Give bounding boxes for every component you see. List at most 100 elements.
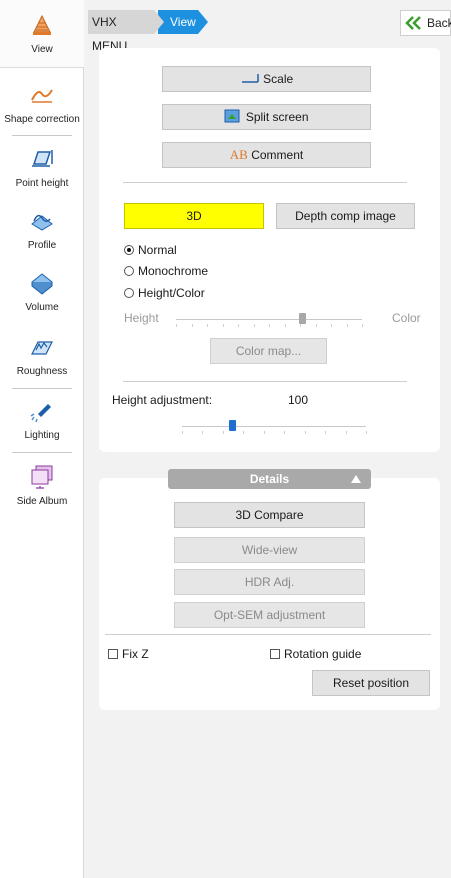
slider-tick [366, 431, 367, 434]
height-color-slider-thumb[interactable] [299, 313, 307, 324]
breadcrumb-root[interactable]: VHX MENU [88, 10, 154, 53]
roughness-icon [31, 341, 53, 355]
slider-tick [304, 431, 306, 434]
back-button[interactable]: Back [400, 10, 451, 36]
sidebar-item-lighting[interactable]: Lighting [0, 390, 84, 452]
slider-tick [331, 324, 332, 327]
slider-tick [176, 324, 177, 327]
radio-unchecked-icon [124, 266, 134, 276]
radio-checked-icon [124, 245, 134, 255]
comment-button[interactable]: AB Comment [162, 142, 371, 168]
slider-tick [253, 324, 255, 327]
radio-monochrome-label: Monochrome [138, 264, 209, 278]
divider [105, 634, 431, 635]
breadcrumb-current[interactable]: View [158, 10, 198, 34]
details-header[interactable]: Details [168, 469, 371, 489]
radio-normal-label: Normal [138, 243, 177, 257]
rotation-guide-label: Rotation guide [284, 647, 362, 661]
slider-tick [222, 324, 224, 327]
sidebar-item-label: Point height [15, 178, 69, 189]
3d-button[interactable]: 3D [124, 203, 264, 229]
album-icon [31, 465, 53, 489]
sidebar: View Shape correction Point height Profi… [0, 0, 84, 878]
checkbox-unchecked-icon [270, 649, 280, 659]
profile-icon [31, 214, 53, 231]
scale-button[interactable]: Scale [162, 66, 371, 92]
reset-position-button[interactable]: Reset position [312, 670, 430, 696]
height-color-slider-track[interactable] [176, 319, 362, 320]
slider-tick [345, 431, 347, 434]
sidebar-item-side-album[interactable]: Side Album [0, 456, 84, 518]
slider-tick [325, 431, 327, 434]
shape-correction-icon [31, 89, 53, 103]
sidebar-item-label: Roughness [16, 366, 68, 377]
sidebar-item-label: Lighting [24, 430, 60, 441]
slider-tick [238, 324, 239, 327]
opt-sem-adjustment-button[interactable]: Opt-SEM adjustment [174, 602, 365, 628]
sidebar-item-profile[interactable]: Profile [0, 200, 84, 262]
depth-comp-image-button[interactable]: Depth comp image [276, 203, 415, 229]
comment-icon: AB [229, 147, 248, 162]
volume-icon [31, 273, 53, 295]
radio-monochrome[interactable]: Monochrome [124, 263, 208, 279]
breadcrumb: VHX MENU View Back [84, 0, 451, 53]
breadcrumb-separator [154, 10, 164, 34]
sidebar-item-label: View [31, 44, 53, 55]
slider-tick [362, 324, 363, 327]
3d-compare-button[interactable]: 3D Compare [174, 502, 365, 528]
details-title: Details [249, 472, 290, 486]
back-label: Back [427, 16, 451, 30]
split-screen-icon [224, 109, 240, 123]
slider-tick [243, 431, 245, 434]
fix-z-checkbox[interactable]: Fix Z [108, 646, 149, 662]
sidebar-divider [12, 135, 72, 136]
view-panel: Scale Split screen AB Comment 3D Depth c… [99, 48, 440, 452]
sidebar-item-view[interactable]: View [0, 4, 84, 66]
slider-tick [346, 324, 348, 327]
slider-tick [300, 324, 301, 327]
split-screen-button[interactable]: Split screen [162, 104, 371, 130]
collapse-arrow-icon [351, 475, 361, 483]
sidebar-item-volume[interactable]: Volume [0, 262, 84, 324]
slider-tick [263, 431, 265, 434]
slider-tick [315, 324, 317, 327]
breadcrumb-current-arrow [198, 10, 208, 34]
slider-tick [191, 324, 193, 327]
split-screen-label: Split screen [245, 110, 309, 124]
comment-label: Comment [251, 148, 304, 162]
hdr-adj-button[interactable]: HDR Adj. [174, 569, 365, 595]
slider-tick [222, 431, 224, 434]
point-height-icon [32, 150, 53, 167]
double-chevron-left-icon [405, 16, 421, 30]
radio-height-color-label: Height/Color [138, 286, 205, 300]
divider [123, 381, 407, 382]
sidebar-item-shape-correction[interactable]: Shape correction [0, 74, 84, 136]
height-adjustment-slider-thumb[interactable] [228, 420, 236, 431]
details-panel: Details 3D Compare Wide-view HDR Adj. Op… [99, 469, 440, 710]
height-adjustment-value: 100 [288, 393, 309, 407]
checkbox-unchecked-icon [108, 649, 118, 659]
slider-tick [284, 324, 286, 327]
sidebar-item-point-height[interactable]: Point height [0, 138, 84, 200]
slider-tick [269, 324, 270, 327]
lighting-icon [30, 404, 51, 423]
slider-tick [284, 431, 286, 434]
wide-view-button[interactable]: Wide-view [174, 537, 365, 563]
sidebar-item-label: Profile [27, 240, 57, 251]
fix-z-label: Fix Z [122, 647, 149, 661]
slider-tick [182, 431, 183, 434]
scale-label: Scale [263, 72, 294, 86]
sidebar-divider [12, 452, 72, 453]
color-map-button[interactable]: Color map... [210, 338, 327, 364]
rotation-guide-checkbox[interactable]: Rotation guide [270, 646, 361, 662]
sidebar-item-roughness[interactable]: Roughness [0, 326, 84, 388]
radio-unchecked-icon [124, 288, 134, 298]
radio-height-color[interactable]: Height/Color [124, 285, 205, 301]
slider-tick [202, 431, 204, 434]
sidebar-divider [12, 388, 72, 389]
slider-label-height: Height [124, 311, 159, 325]
radio-normal[interactable]: Normal [124, 242, 177, 258]
sidebar-item-label: Side Album [16, 496, 68, 507]
sidebar-item-label: Shape correction [4, 114, 80, 125]
height-adjustment-slider-track[interactable] [182, 426, 366, 427]
